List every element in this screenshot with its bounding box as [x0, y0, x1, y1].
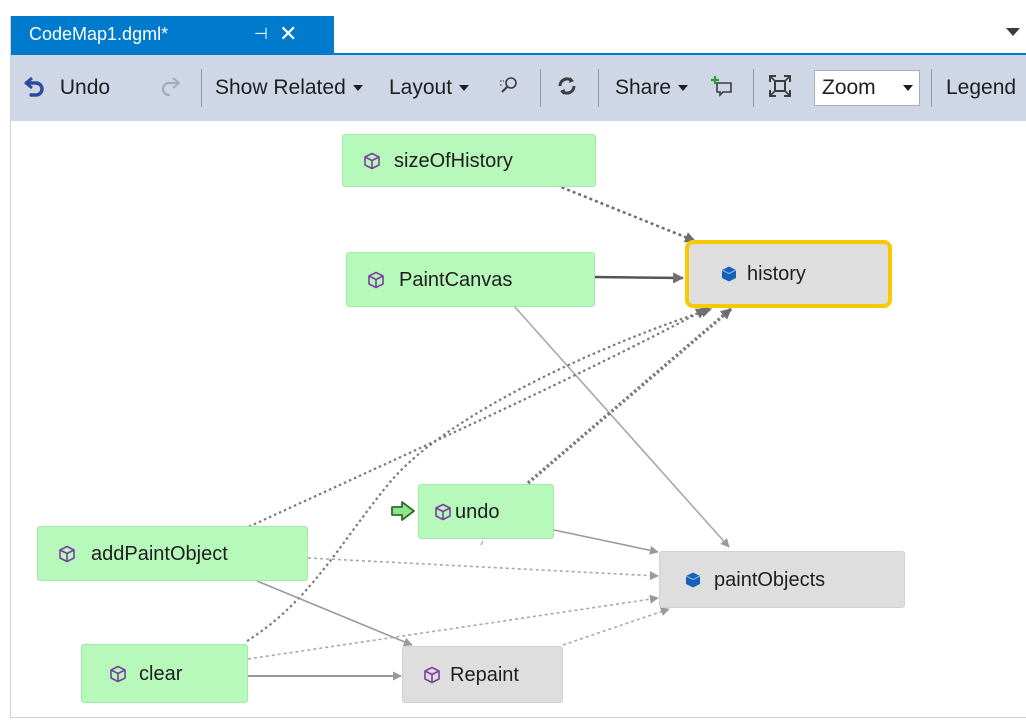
node-repaint[interactable]: Repaint [402, 646, 563, 703]
code-map-toolbar: Undo Show Related Layout Share Zoom Lege… [11, 55, 1026, 121]
graph-edges [243, 183, 733, 681]
node-label: addPaintObject [91, 542, 228, 565]
edge-addpaintobject-paintobjects [307, 557, 659, 581]
node-paintcanvas[interactable]: PaintCanvas [346, 252, 595, 307]
find-icon [500, 77, 517, 93]
edge-clear-history [246, 306, 713, 642]
chevron-down-icon [352, 85, 363, 92]
share-label: Share [615, 76, 672, 99]
method-cube-icon [110, 665, 126, 682]
toolbar-separator [598, 69, 599, 107]
undo-button[interactable]: Undo [23, 55, 110, 121]
toolbar-separator [931, 69, 932, 107]
chevron-down-icon [903, 85, 913, 91]
node-label: Repaint [450, 663, 519, 686]
find-button[interactable] [498, 55, 520, 121]
document-tab-strip: CodeMap1.dgml* ⊣ ✕ [11, 16, 1026, 55]
zoom-value: Zoom [822, 76, 876, 99]
field-cube-icon [685, 572, 701, 587]
node-history[interactable]: history [685, 240, 892, 308]
show-related-label: Show Related [215, 76, 346, 99]
chevron-down-icon [459, 85, 470, 92]
method-cube-icon [435, 503, 451, 520]
node-label: history [747, 263, 806, 285]
show-related-button[interactable]: Show Related [215, 55, 363, 121]
zoom-dropdown[interactable]: Zoom [814, 70, 920, 106]
redo-button[interactable] [158, 55, 182, 121]
document-tab[interactable]: CodeMap1.dgml* ⊣ ✕ [11, 16, 334, 53]
redo-icon [161, 77, 180, 97]
code-map-canvas[interactable]: sizeOfHistory PaintCanvas history undo a… [11, 121, 1026, 717]
node-undo[interactable]: undo [418, 484, 554, 539]
undo-icon [24, 76, 44, 97]
zoom-to-fit-icon [769, 75, 791, 97]
entry-point-arrow-icon [391, 501, 415, 521]
node-sizeofhistory[interactable]: sizeOfHistory [342, 134, 596, 187]
node-label: PaintCanvas [399, 268, 513, 291]
tab-list-dropdown-icon[interactable] [1006, 28, 1020, 36]
close-icon[interactable]: ✕ [279, 15, 297, 52]
toolbar-separator [201, 69, 202, 107]
node-label: sizeOfHistory [394, 149, 513, 172]
node-addpaintobject[interactable]: addPaintObject [37, 526, 308, 581]
edge-undo-history [526, 307, 733, 485]
legend-label: Legend [946, 76, 1017, 99]
pin-icon[interactable]: ⊣ [254, 16, 268, 53]
edge-sizeofhistory-history [555, 183, 697, 243]
method-cube-icon [424, 666, 440, 683]
edge-paintcanvas-history [593, 272, 685, 284]
field-cube-icon [721, 266, 737, 282]
toolbar-separator [540, 69, 541, 107]
undo-label: Undo [59, 76, 111, 99]
refresh-icon [558, 77, 576, 95]
method-cube-icon [364, 152, 380, 169]
method-cube-icon [59, 545, 75, 562]
edge-undo-paintobjects [553, 529, 659, 555]
toolbar-separator [753, 69, 754, 107]
node-label: undo [455, 500, 500, 523]
add-comment-button[interactable] [710, 55, 734, 121]
node-label: paintObjects [714, 568, 826, 591]
edge-repaint-paintobjects [562, 607, 670, 646]
node-paintobjects[interactable]: paintObjects [659, 551, 905, 608]
layout-label: Layout [389, 76, 453, 99]
document-tab-title: CodeMap1.dgml* [29, 24, 169, 44]
legend-button[interactable]: Legend [946, 55, 1016, 121]
method-cube-icon [368, 271, 384, 288]
layout-button[interactable]: Layout [389, 55, 470, 121]
node-clear[interactable]: clear [81, 644, 248, 703]
share-button[interactable]: Share [615, 55, 689, 121]
chevron-down-icon [678, 85, 689, 92]
refresh-button[interactable] [555, 55, 579, 121]
zoom-to-fit-button[interactable] [768, 55, 792, 121]
add-comment-icon [711, 76, 732, 97]
edge-undo-repaint [480, 540, 484, 546]
edge-addpaintobject-repaint [256, 580, 413, 647]
node-label: clear [139, 662, 183, 685]
